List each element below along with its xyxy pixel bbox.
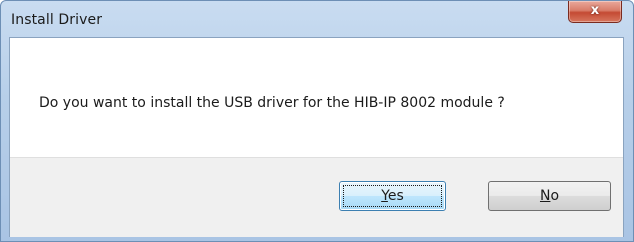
dialog-content: Do you want to install the USB driver fo…: [9, 37, 624, 237]
yes-button[interactable]: Yes: [339, 181, 446, 211]
message-area: Do you want to install the USB driver fo…: [10, 38, 623, 157]
no-mnemonic: N: [539, 188, 551, 204]
title-bar[interactable]: Install Driver x: [1, 1, 633, 37]
yes-mnemonic: Y: [381, 188, 388, 204]
yes-label-rest: es: [387, 188, 404, 204]
no-button[interactable]: No: [488, 181, 611, 211]
close-icon: x: [590, 3, 600, 18]
no-button-label: No: [540, 188, 559, 204]
close-button[interactable]: x: [568, 1, 622, 23]
prompt-message: Do you want to install the USB driver fo…: [39, 95, 505, 111]
window-title: Install Driver: [11, 12, 103, 28]
yes-button-label: Yes: [381, 188, 404, 204]
button-area: Yes No: [10, 157, 623, 237]
dialog-window: Install Driver x Do you want to install …: [0, 0, 634, 242]
no-label-rest: o: [550, 188, 560, 204]
